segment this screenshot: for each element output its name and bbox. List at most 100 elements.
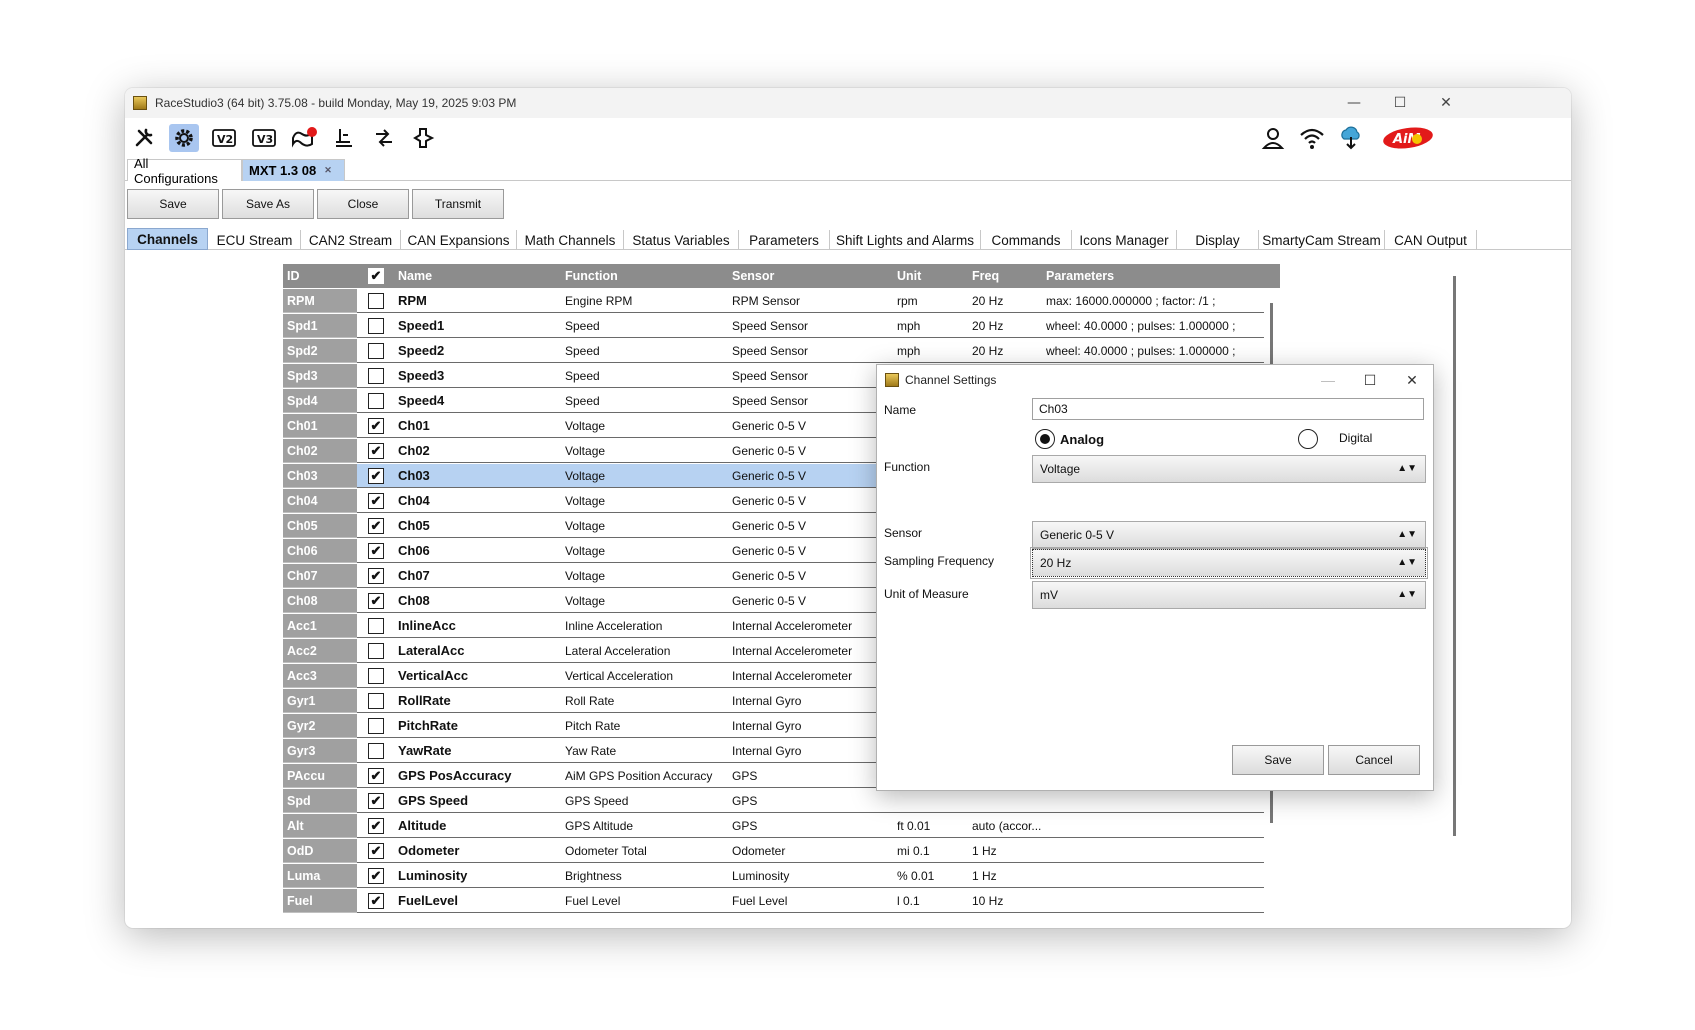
row-function: GPS Speed (565, 794, 629, 808)
save-button[interactable]: Save (127, 189, 219, 219)
panel-scrollbar-thumb[interactable] (1453, 276, 1456, 836)
header-parameters: Parameters (1046, 269, 1115, 283)
config-gear-icon[interactable] (169, 124, 199, 152)
row-id: Spd (283, 789, 357, 813)
row-sensor: Generic 0-5 V (732, 544, 807, 558)
table-row[interactable]: Spd2 Speed2 Speed Speed Sensor mph 20 Hz wheel… (283, 339, 1280, 364)
track-icon[interactable] (329, 124, 359, 152)
tab-display[interactable]: Display (1177, 230, 1259, 250)
dialog-save-button[interactable]: Save (1232, 745, 1324, 775)
sensor-select[interactable]: Generic 0-5 V ▲▼ (1032, 521, 1426, 549)
row-checkbox[interactable] (368, 668, 384, 684)
row-checkbox[interactable]: ✔ (368, 418, 384, 434)
row-checkbox[interactable] (368, 643, 384, 659)
sampling-frequency-select[interactable]: 20 Hz ▲▼ (1030, 547, 1428, 579)
close-button[interactable]: Close (317, 189, 409, 219)
row-cells[interactable]: ✔ Odometer Odometer Total Odometer mi 0.1 1 H… (357, 839, 1264, 863)
row-checkbox[interactable] (368, 718, 384, 734)
row-checkbox[interactable] (368, 368, 384, 384)
row-checkbox[interactable] (368, 293, 384, 309)
tab-channels[interactable]: Channels (127, 228, 208, 250)
row-function: Speed (565, 369, 600, 383)
save-as-button[interactable]: Save As (222, 189, 314, 219)
row-cells[interactable]: ✔ FuelLevel Fuel Level Fuel Level l 0.1 10 Hz (357, 889, 1264, 913)
v2-icon[interactable]: V2 (209, 124, 239, 152)
row-checkbox[interactable] (368, 693, 384, 709)
unit-of-measure-select[interactable]: mV ▲▼ (1032, 581, 1426, 609)
dialog-cancel-button[interactable]: Cancel (1328, 745, 1420, 775)
dialog-close-button[interactable]: ✕ (1391, 365, 1433, 395)
row-checkbox[interactable]: ✔ (368, 768, 384, 784)
row-cells[interactable]: ✔ Luminosity Brightness Luminosity % 0.01 1 H… (357, 864, 1264, 888)
user-icon[interactable] (1258, 124, 1288, 152)
close-tab-icon[interactable]: ✕ (324, 165, 332, 176)
row-checkbox[interactable]: ✔ (368, 443, 384, 459)
row-checkbox[interactable] (368, 318, 384, 334)
row-checkbox[interactable]: ✔ (368, 568, 384, 584)
row-function: Speed (565, 319, 600, 333)
row-cells[interactable]: ✔ GPS Speed GPS Speed GPS (357, 789, 1264, 813)
table-row[interactable]: Fuel ✔ FuelLevel Fuel Level Fuel Level l 0.1 1… (283, 889, 1280, 914)
tab-icons-manager[interactable]: Icons Manager (1072, 230, 1177, 250)
row-cells[interactable]: Speed1 Speed Speed Sensor mph 20 Hz wheel: 40… (357, 314, 1264, 338)
row-checkbox[interactable]: ✔ (368, 518, 384, 534)
row-checkbox[interactable] (368, 743, 384, 759)
table-row[interactable]: Spd1 Speed1 Speed Speed Sensor mph 20 Hz wheel… (283, 314, 1280, 339)
table-row[interactable]: Alt ✔ Altitude GPS Altitude GPS ft 0.01 auto (… (283, 814, 1280, 839)
table-row[interactable]: Luma ✔ Luminosity Brightness Luminosity % 0.0… (283, 864, 1280, 889)
live-icon[interactable] (409, 124, 439, 152)
tab-ecu-stream[interactable]: ECU Stream (209, 230, 301, 250)
close-window-button[interactable]: ✕ (1423, 88, 1469, 118)
tab-math-channels[interactable]: Math Channels (517, 230, 624, 250)
row-cells[interactable]: RPM Engine RPM RPM Sensor rpm 20 Hz max: 1600… (357, 289, 1264, 313)
row-checkbox[interactable] (368, 343, 384, 359)
row-freq: 1 Hz (972, 869, 997, 883)
tab-status-variables[interactable]: Status Variables (624, 230, 739, 250)
row-cells[interactable]: ✔ Altitude GPS Altitude GPS ft 0.01 auto (acc… (357, 814, 1264, 838)
minimize-button[interactable]: — (1331, 88, 1377, 118)
tab-commands[interactable]: Commands (981, 230, 1072, 250)
tab-shift-lights-alarms[interactable]: Shift Lights and Alarms (830, 230, 981, 250)
maximize-button[interactable]: ☐ (1377, 88, 1423, 118)
tab-parameters[interactable]: Parameters (739, 230, 830, 250)
tools-icon[interactable] (129, 124, 159, 152)
function-select[interactable]: Voltage ▲▼ (1032, 455, 1426, 483)
row-checkbox[interactable]: ✔ (368, 493, 384, 509)
row-cells[interactable]: Speed2 Speed Speed Sensor mph 20 Hz wheel: 40… (357, 339, 1264, 363)
row-checkbox[interactable] (368, 393, 384, 409)
row-checkbox[interactable]: ✔ (368, 818, 384, 834)
row-function: AiM GPS Position Accuracy (565, 769, 713, 783)
map-alert-icon[interactable] (289, 124, 319, 152)
dialog-minimize-button[interactable]: — (1307, 365, 1349, 395)
row-checkbox[interactable]: ✔ (368, 793, 384, 809)
wifi-icon[interactable] (1297, 124, 1327, 152)
row-name: Odometer (398, 843, 460, 858)
analog-radio[interactable] (1035, 429, 1055, 449)
dialog-maximize-button[interactable]: ☐ (1349, 365, 1391, 395)
tab-can-output[interactable]: CAN Output (1385, 230, 1477, 250)
table-row[interactable]: OdD ✔ Odometer Odometer Total Odometer mi 0.1… (283, 839, 1280, 864)
cloud-download-icon[interactable] (1336, 124, 1366, 152)
tab-can2-stream[interactable]: CAN2 Stream (301, 230, 401, 250)
tab-all-configurations[interactable]: All Configurations (127, 156, 242, 186)
v3-icon[interactable]: V3 (249, 124, 279, 152)
tab-current-configuration[interactable]: MXT 1.3 08 ✕ (242, 159, 345, 181)
tab-smartycam-stream[interactable]: SmartyCam Stream (1259, 230, 1385, 250)
transfer-icon[interactable] (369, 124, 399, 152)
table-row[interactable]: Spd ✔ GPS Speed GPS Speed GPS (283, 789, 1280, 814)
row-checkbox[interactable]: ✔ (368, 593, 384, 609)
row-checkbox[interactable]: ✔ (368, 893, 384, 909)
row-checkbox[interactable]: ✔ (368, 868, 384, 884)
tab-can-expansions[interactable]: CAN Expansions (401, 230, 517, 250)
name-field[interactable]: Ch03 (1032, 398, 1424, 420)
row-checkbox[interactable]: ✔ (368, 543, 384, 559)
row-checkbox[interactable] (368, 618, 384, 634)
row-unit: mph (897, 319, 921, 333)
panel-scrollbar[interactable] (1445, 261, 1463, 861)
table-row[interactable]: RPM RPM Engine RPM RPM Sensor rpm 20 Hz max: 1… (283, 289, 1280, 314)
transmit-button[interactable]: Transmit (412, 189, 504, 219)
select-all-checkbox[interactable]: ✔ (368, 268, 384, 284)
row-checkbox[interactable]: ✔ (368, 843, 384, 859)
digital-radio[interactable] (1298, 429, 1318, 449)
row-checkbox[interactable]: ✔ (368, 468, 384, 484)
